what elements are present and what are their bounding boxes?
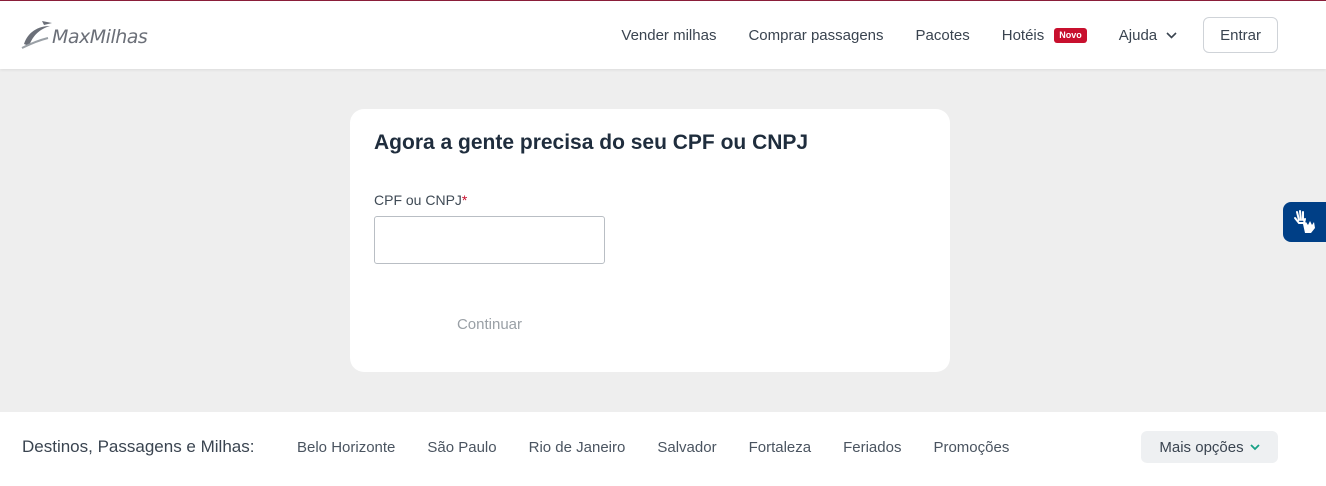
page-title: Agora a gente precisa do seu CPF ou CNPJ	[374, 131, 809, 154]
nav-label: Hotéis	[1001, 26, 1045, 44]
cpf-form-card: Agora a gente precisa do seu CPF ou CNPJ…	[350, 109, 950, 372]
footer-link-salvador[interactable]: Salvador	[657, 439, 716, 456]
cpf-label-text: CPF ou CNPJ	[374, 192, 462, 208]
footer-link-belo-horizonte[interactable]: Belo Horizonte	[297, 439, 395, 456]
footer-link-sao-paulo[interactable]: São Paulo	[427, 439, 496, 456]
nav-hoteis[interactable]: Hotéis Novo	[1002, 27, 1087, 44]
site-header: MaxMilhas Vender milhas Comprar passagen…	[0, 1, 1326, 69]
accessibility-button[interactable]	[1283, 202, 1326, 242]
logo-swoosh-icon	[21, 21, 52, 49]
footer-destinations-bar: Destinos, Passagens e Milhas: Belo Horiz…	[0, 412, 1326, 486]
nav-ajuda[interactable]: Ajuda	[1119, 27, 1177, 44]
nav-label: Comprar passagens	[748, 26, 884, 44]
sign-language-hands-icon	[1293, 210, 1315, 233]
nav-vender-milhas[interactable]: Vender milhas	[621, 27, 716, 44]
more-options-button[interactable]: Mais opções	[1141, 431, 1278, 463]
nav-pacotes[interactable]: Pacotes	[916, 27, 970, 44]
chevron-down-icon	[1249, 443, 1260, 450]
login-button[interactable]: Entrar	[1203, 17, 1278, 53]
footer-links: Belo Horizonte São Paulo Rio de Janeiro …	[297, 412, 1041, 482]
footer-link-fortaleza[interactable]: Fortaleza	[749, 439, 812, 456]
nav-comprar-passagens[interactable]: Comprar passagens	[748, 27, 883, 44]
main-nav: Vender milhas Comprar passagens Pacotes …	[621, 1, 1278, 69]
cpf-cnpj-input[interactable]	[374, 216, 605, 264]
nav-label: Ajuda	[1118, 26, 1158, 44]
footer-link-feriados[interactable]: Feriados	[843, 439, 901, 456]
footer-link-rio-de-janeiro[interactable]: Rio de Janeiro	[529, 439, 626, 456]
chevron-down-icon	[1166, 31, 1177, 39]
footer-link-promocoes[interactable]: Promoções	[933, 439, 1009, 456]
nav-label: Vender milhas	[621, 26, 717, 44]
more-options-label: Mais opções	[1159, 438, 1244, 456]
logo[interactable]: MaxMilhas	[20, 15, 150, 55]
continue-button[interactable]: Continuar	[374, 309, 605, 339]
new-badge: Novo	[1054, 27, 1087, 43]
required-asterisk: *	[461, 192, 468, 208]
footer-label: Destinos, Passagens e Milhas:	[22, 437, 255, 456]
cpf-field-label: CPF ou CNPJ*	[374, 192, 467, 208]
logo-text: MaxMilhas	[52, 26, 148, 48]
nav-label: Pacotes	[915, 26, 970, 44]
